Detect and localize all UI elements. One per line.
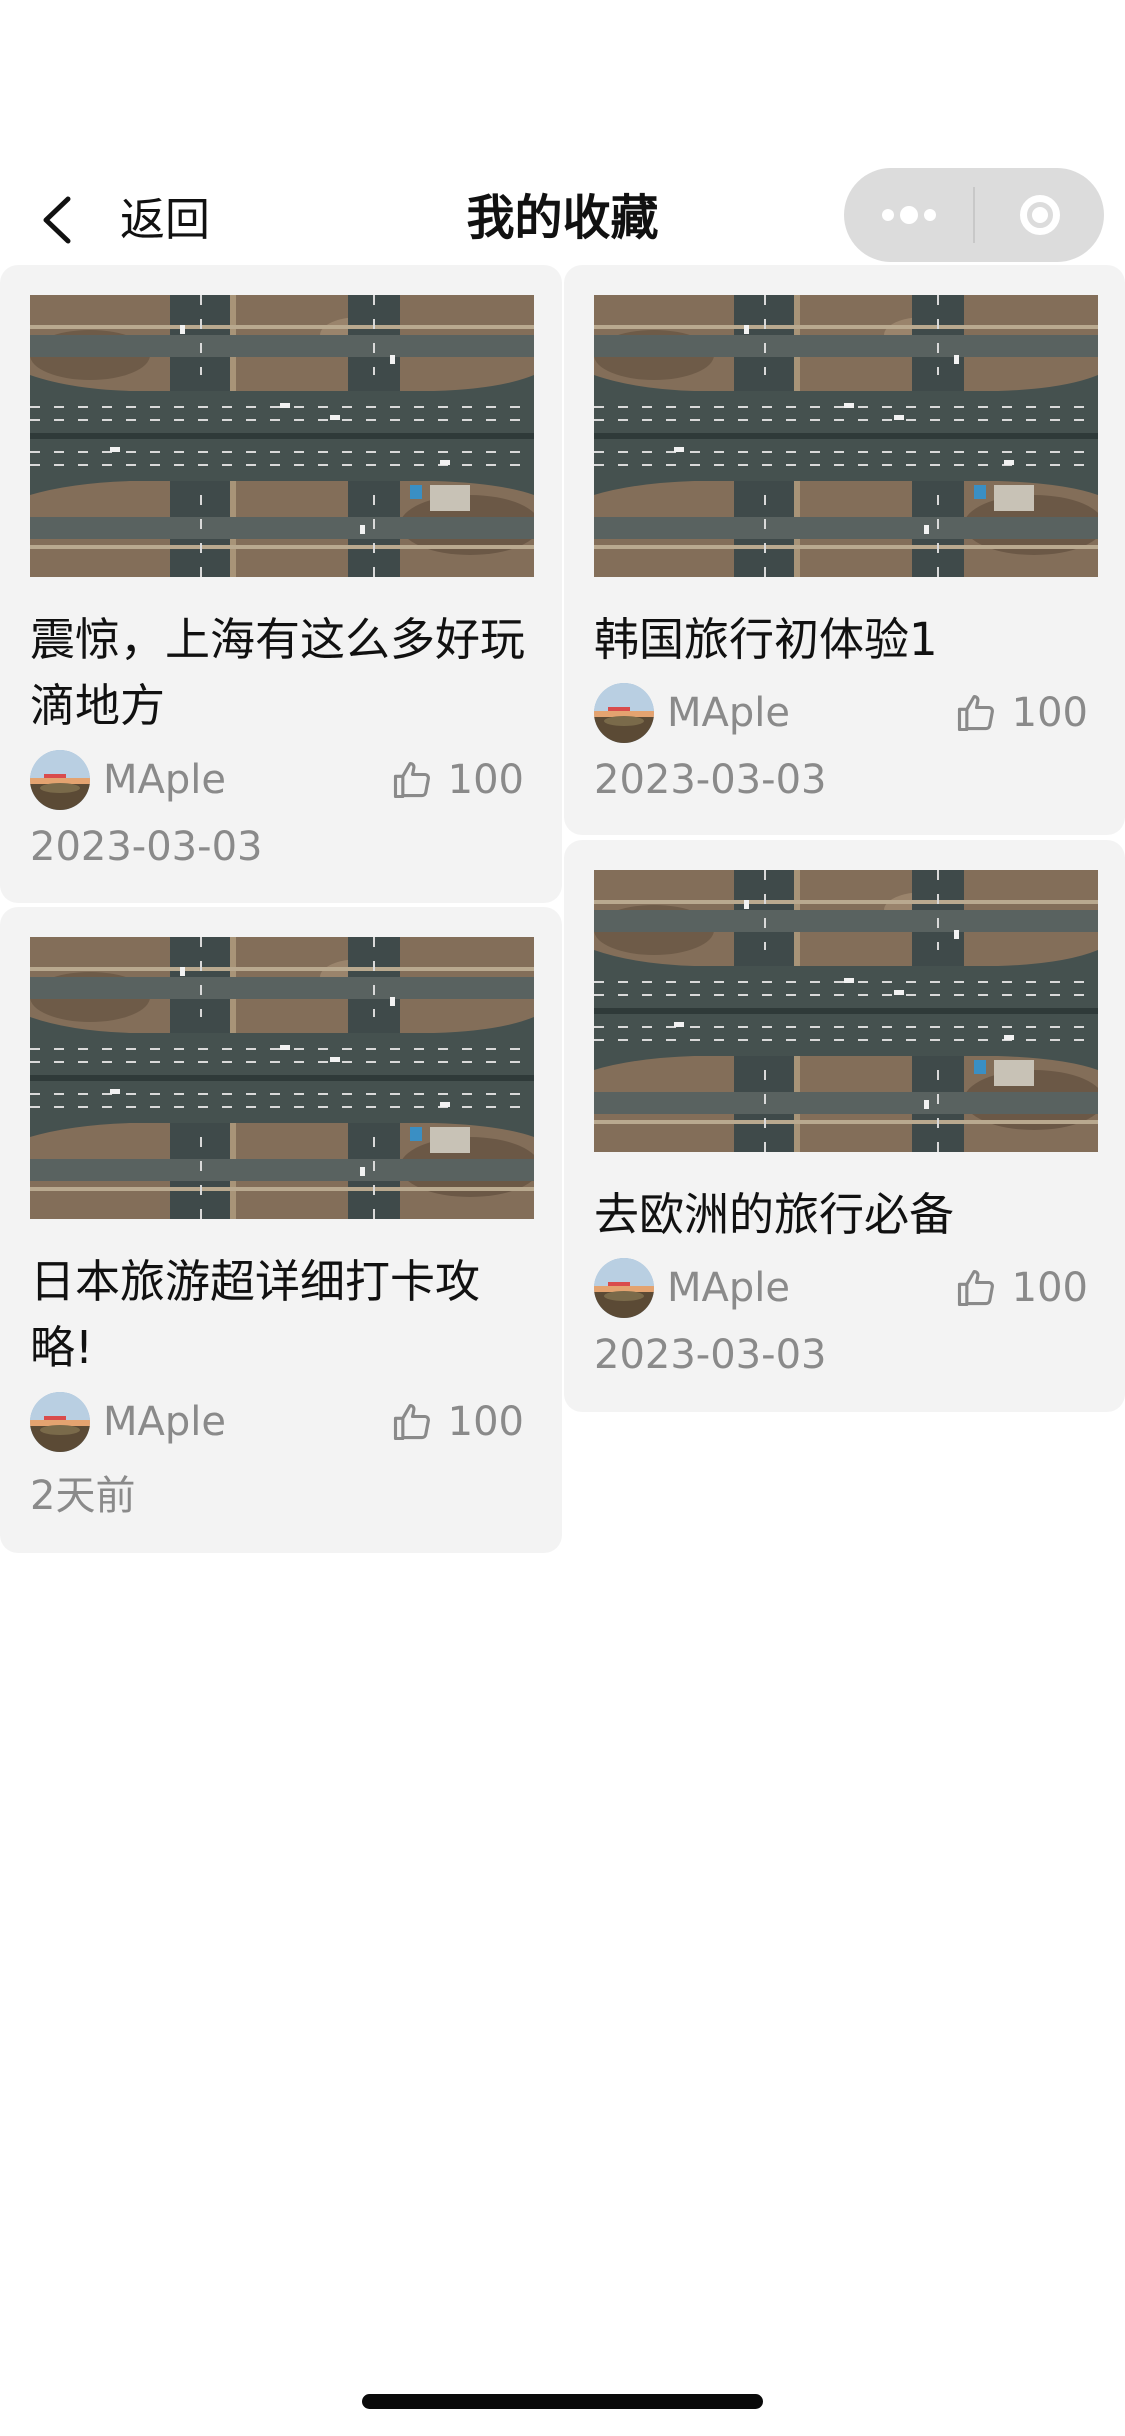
card-meta: MAple 100 bbox=[30, 750, 524, 810]
post-date: 2023-03-03 bbox=[594, 1332, 827, 1378]
like-button[interactable]: 100 bbox=[390, 750, 524, 810]
like-count: 100 bbox=[447, 757, 524, 803]
card-title: 韩国旅行初体验1 bbox=[594, 613, 938, 666]
thumbnail-image bbox=[30, 295, 534, 577]
thumbnail-image bbox=[30, 937, 534, 1219]
like-button[interactable]: 100 bbox=[954, 683, 1088, 743]
thumbs-up-icon bbox=[390, 1400, 434, 1444]
post-date: 2023-03-03 bbox=[30, 824, 263, 870]
card-meta: MAple 100 bbox=[30, 1392, 524, 1452]
list-item[interactable]: 去欧洲的旅行必备 MAple 100 2023-03-03 bbox=[564, 840, 1125, 1412]
card-title: 去欧洲的旅行必备 bbox=[594, 1188, 955, 1241]
like-button[interactable]: 100 bbox=[954, 1258, 1088, 1318]
thumbnail-image bbox=[594, 295, 1098, 577]
close-miniprogram-button[interactable] bbox=[975, 168, 1104, 262]
card-meta: MAple 100 bbox=[594, 683, 1088, 743]
more-dots-icon bbox=[881, 206, 936, 224]
like-count: 100 bbox=[1011, 690, 1088, 736]
like-count: 100 bbox=[1011, 1265, 1088, 1311]
miniprogram-capsule bbox=[844, 168, 1104, 262]
list-item[interactable]: 日本旅游超详细打卡攻略! MAple 100 2天前 bbox=[0, 907, 562, 1553]
thumbs-up-icon bbox=[390, 758, 434, 802]
card-meta: MAple 100 bbox=[594, 1258, 1088, 1318]
avatar bbox=[594, 1258, 654, 1318]
like-button[interactable]: 100 bbox=[390, 1392, 524, 1452]
author-name: MAple bbox=[103, 757, 226, 803]
avatar bbox=[30, 1392, 90, 1452]
thumbs-up-icon bbox=[954, 1266, 998, 1310]
more-button[interactable] bbox=[844, 168, 973, 262]
target-circle-icon bbox=[1019, 195, 1060, 235]
avatar bbox=[594, 683, 654, 743]
author-name: MAple bbox=[103, 1399, 226, 1445]
thumbs-up-icon bbox=[954, 691, 998, 735]
author-name: MAple bbox=[667, 690, 790, 736]
post-date: 2天前 bbox=[30, 1473, 136, 1519]
post-date: 2023-03-03 bbox=[594, 757, 827, 803]
card-title: 震惊，上海有这么多好玩滴地方 bbox=[30, 613, 526, 732]
navigation-bar: 返回 我的收藏 bbox=[0, 150, 1125, 280]
avatar bbox=[30, 750, 90, 810]
list-item[interactable]: 韩国旅行初体验1 MAple 100 2023-03-03 bbox=[564, 265, 1125, 835]
list-item[interactable]: 震惊，上海有这么多好玩滴地方 MAple 100 2023-03-03 bbox=[0, 265, 562, 903]
author-name: MAple bbox=[667, 1265, 790, 1311]
card-title: 日本旅游超详细打卡攻略! bbox=[30, 1255, 481, 1374]
thumbnail-image bbox=[594, 870, 1098, 1152]
like-count: 100 bbox=[447, 1399, 524, 1445]
home-indicator[interactable] bbox=[362, 2394, 763, 2409]
